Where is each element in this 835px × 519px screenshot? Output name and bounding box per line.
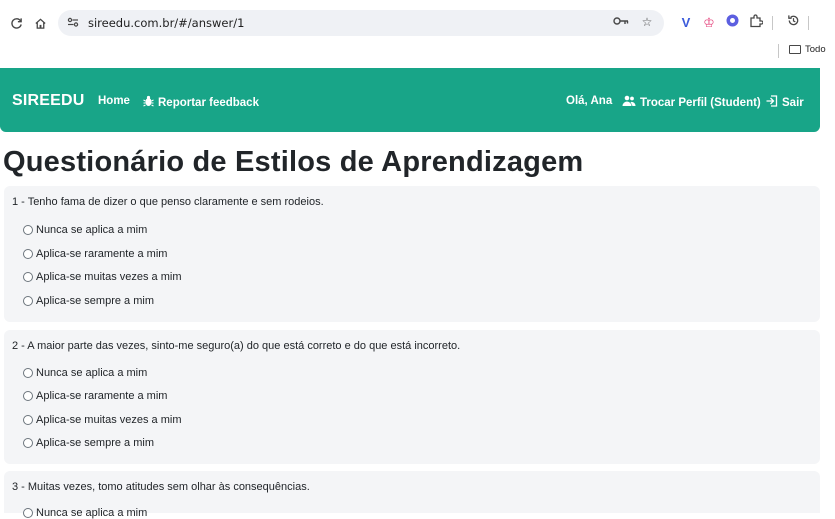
page-title: Questionário de Estilos de Aprendizagem <box>3 146 584 178</box>
radio-button[interactable] <box>23 508 33 518</box>
radio-button[interactable] <box>23 368 33 378</box>
question-text: 1 - Tenho fama de dizer o que penso clar… <box>12 196 324 208</box>
option-label: Aplica-se sempre a mim <box>36 295 154 307</box>
nav-feedback-link[interactable]: Reportar feedback <box>143 95 259 110</box>
extension-crown-icon[interactable]: ♔ <box>700 14 718 32</box>
question-text: 3 - Muitas vezes, tomo atitudes sem olha… <box>12 481 310 493</box>
radio-button[interactable] <box>23 438 33 448</box>
bookmark-folder-label: Todo <box>805 44 826 55</box>
answer-option[interactable]: Nunca se aplica a mim <box>23 367 147 379</box>
extension-circle-icon[interactable] <box>723 14 741 32</box>
option-label: Nunca se aplica a mim <box>36 224 148 236</box>
bookmarks-bar: Todo <box>0 40 835 62</box>
logout-label: Sair <box>782 96 804 109</box>
reload-icon[interactable] <box>6 13 26 33</box>
extensions-puzzle-icon[interactable] <box>747 14 765 32</box>
option-label: Aplica-se raramente a mim <box>36 248 168 260</box>
address-bar[interactable]: sireedu.com.br/#/answer/1 ☆ <box>58 10 664 36</box>
option-label: Aplica-se sempre a mim <box>36 437 154 449</box>
answer-option[interactable]: Aplica-se sempre a mim <box>23 437 154 449</box>
home-icon[interactable] <box>30 13 50 33</box>
users-icon <box>622 95 636 110</box>
answer-option[interactable]: Nunca se aplica a mim <box>23 224 147 236</box>
question-card: 1 - Tenho fama de dizer o que penso clar… <box>4 186 820 322</box>
option-label: Aplica-se muitas vezes a mim <box>36 271 182 283</box>
radio-button[interactable] <box>23 391 33 401</box>
nav-feedback-label: Reportar feedback <box>158 96 259 109</box>
option-label: Aplica-se raramente a mim <box>36 390 168 402</box>
extension-v-icon[interactable]: V <box>677 14 695 32</box>
logout-link[interactable]: Sair <box>766 95 804 110</box>
switch-profile-label: Trocar Perfil (Student) <box>640 96 761 109</box>
folder-icon <box>789 45 801 54</box>
toolbar-separator <box>772 16 773 30</box>
answer-option[interactable]: Aplica-se muitas vezes a mim <box>23 414 182 426</box>
radio-button[interactable] <box>23 249 33 259</box>
answer-option[interactable]: Aplica-se sempre a mim <box>23 295 154 307</box>
user-greeting: Olá, Ana <box>566 95 612 107</box>
bookmark-folder-todo[interactable]: Todo <box>789 44 826 55</box>
question-card: 2 - A maior parte das vezes, sinto-me se… <box>4 330 820 464</box>
nav-home-link[interactable]: Home <box>98 95 130 107</box>
logout-icon <box>766 95 778 110</box>
brand-logo[interactable]: SIREEDU <box>12 92 85 110</box>
toolbar-separator <box>808 16 809 30</box>
bookmarks-separator <box>778 44 779 58</box>
option-label: Nunca se aplica a mim <box>36 507 148 519</box>
history-icon[interactable] <box>784 14 802 32</box>
answer-option[interactable]: Aplica-se muitas vezes a mim <box>23 271 182 283</box>
bug-icon <box>143 95 154 110</box>
option-label: Aplica-se muitas vezes a mim <box>36 414 182 426</box>
answer-option[interactable]: Aplica-se raramente a mim <box>23 390 167 402</box>
nav-home-label: Home <box>98 95 130 107</box>
radio-button[interactable] <box>23 225 33 235</box>
option-label: Nunca se aplica a mim <box>36 367 148 379</box>
radio-button[interactable] <box>23 296 33 306</box>
radio-button[interactable] <box>23 415 33 425</box>
site-settings-icon[interactable] <box>67 16 81 30</box>
app-navbar: SIREEDU Home Reportar feedback Olá, Ana … <box>0 68 820 132</box>
answer-option[interactable]: Nunca se aplica a mim <box>23 507 147 519</box>
url-text: sireedu.com.br/#/answer/1 <box>88 16 245 30</box>
bookmark-star-icon[interactable]: ☆ <box>638 15 656 31</box>
browser-chrome: sireedu.com.br/#/answer/1 ☆ V ♔ Todo <box>0 0 835 62</box>
greeting-label: Olá, Ana <box>566 95 613 107</box>
password-key-icon[interactable] <box>612 15 630 31</box>
question-text: 2 - A maior parte das vezes, sinto-me se… <box>12 340 461 352</box>
answer-option[interactable]: Aplica-se raramente a mim <box>23 248 167 260</box>
switch-profile-link[interactable]: Trocar Perfil (Student) <box>622 95 761 110</box>
question-card: 3 - Muitas vezes, tomo atitudes sem olha… <box>4 471 820 519</box>
radio-button[interactable] <box>23 272 33 282</box>
